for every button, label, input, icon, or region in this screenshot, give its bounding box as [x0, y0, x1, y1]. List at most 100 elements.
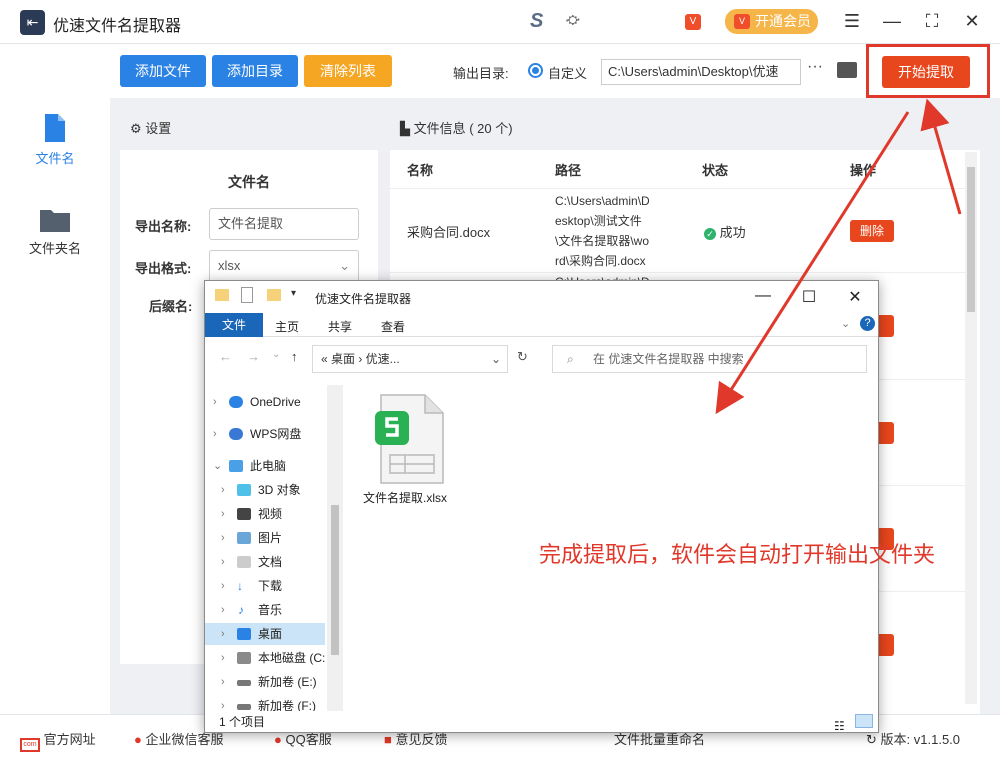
tree-label: 3D 对象: [258, 483, 301, 497]
tree-scrollbar-thumb[interactable]: [331, 505, 339, 655]
export-format-select[interactable]: xlsx ⌄: [209, 250, 359, 282]
column-status: 状态: [702, 163, 729, 178]
back-icon[interactable]: ←: [219, 349, 232, 364]
minimize-icon[interactable]: —: [753, 287, 773, 305]
file-list-scrollbar[interactable]: [965, 152, 977, 704]
forward-icon[interactable]: →: [247, 349, 260, 364]
tab-home[interactable]: 主页: [275, 318, 299, 335]
tree-item-downloads[interactable]: › ↓ 下载: [205, 575, 325, 597]
app-title: 优速文件名提取器: [53, 18, 182, 35]
s-logo-icon[interactable]: S: [530, 10, 543, 33]
toolbar: 添加文件 添加目录 清除列表 输出目录: 自定义 C:\Users\admin\…: [110, 44, 1000, 98]
tree-item-music[interactable]: › ♪ 音乐: [205, 599, 325, 621]
tree-item-this-pc[interactable]: ⌄ 此电脑: [205, 455, 325, 477]
new-folder-icon[interactable]: [267, 289, 281, 301]
chevron-down-icon[interactable]: ⌄: [491, 346, 501, 372]
file-info-title: 文件信息 ( 20 个): [413, 121, 513, 136]
large-icons-view-icon[interactable]: [855, 714, 873, 728]
tree-item-volume-f[interactable]: › 新加卷 (F:): [205, 695, 325, 711]
menu-icon[interactable]: ☰: [840, 8, 864, 34]
cloud-icon: [229, 428, 243, 440]
folder-icon: [215, 289, 229, 301]
clear-list-button[interactable]: 清除列表: [304, 55, 392, 87]
tree-item-desktop[interactable]: › 桌面: [205, 623, 325, 645]
explorer-window: ▾ 优速文件名提取器 — ☐ ✕ 文件 主页 共享 查看 ⌄ ? ← → ⌄ ↑…: [204, 280, 935, 733]
tree-item-pictures[interactable]: › 图片: [205, 527, 325, 549]
tree-item-videos[interactable]: › 视频: [205, 503, 325, 525]
website-link[interactable]: com 官方网址: [20, 729, 96, 752]
refresh-icon[interactable]: ↻: [517, 349, 528, 365]
wechat-icon: ●: [134, 732, 142, 747]
suffix-label: 后缀名:: [149, 299, 193, 314]
path-line: rd\采购合同.docx: [555, 254, 646, 268]
tree-scrollbar[interactable]: [327, 385, 343, 711]
close-icon[interactable]: ✕: [960, 8, 984, 34]
qq-label: QQ客服: [285, 732, 332, 747]
output-path-input[interactable]: C:\Users\admin\Desktop\优速: [601, 59, 801, 85]
sidebar-item-filename[interactable]: 文件名: [0, 114, 110, 167]
details-view-icon[interactable]: ☷: [833, 714, 851, 733]
settings-header: ⚙ 设置: [120, 108, 378, 150]
tab-share[interactable]: 共享: [328, 318, 352, 335]
tab-file[interactable]: 文件: [205, 313, 263, 337]
file-content-area: 文件名提取.xlsx 完成提取后，软件会自动打开输出文件夹: [343, 385, 935, 711]
tree-item-documents[interactable]: › 文档: [205, 551, 325, 573]
file-info-header: ▙ 文件信息 ( 20 个): [390, 108, 980, 150]
custom-radio[interactable]: [528, 63, 543, 78]
share-icon[interactable]: ⛮: [566, 12, 580, 28]
tree-item-local-disk[interactable]: › 本地磁盘 (C:: [205, 647, 325, 669]
tree-item-onedrive[interactable]: › OneDrive: [205, 391, 325, 413]
maximize-icon[interactable]: ☐: [799, 287, 819, 307]
tree-item-volume-e[interactable]: › 新加卷 (E:): [205, 671, 325, 693]
add-file-button[interactable]: 添加文件: [120, 55, 206, 87]
path-line: \文件名提取器\wo: [555, 234, 650, 248]
up-icon[interactable]: ↑: [291, 349, 298, 364]
download-icon: ↓: [237, 579, 243, 593]
start-extract-button[interactable]: 开始提取: [882, 56, 970, 88]
export-name-input[interactable]: 文件名提取: [209, 208, 359, 240]
add-directory-button[interactable]: 添加目录: [212, 55, 298, 87]
tree-label: 本地磁盘 (C:: [258, 651, 326, 665]
delete-button[interactable]: 删除: [850, 220, 894, 242]
version-label: 版本: v1.1.5.0: [880, 732, 961, 747]
search-input[interactable]: ⌕ 在 优速文件名提取器 中搜索: [552, 345, 867, 373]
tree-label: 下载: [258, 579, 283, 593]
search-placeholder: 在 优速文件名提取器 中搜索: [593, 352, 744, 366]
close-icon[interactable]: ✕: [845, 287, 865, 307]
minimize-icon[interactable]: —: [880, 8, 904, 34]
sidebar-item-foldername[interactable]: 文件夹名: [0, 208, 110, 257]
tree-label: 新加卷 (E:): [258, 675, 317, 689]
tree-label: 文档: [258, 555, 283, 569]
quick-access-dropdown-icon[interactable]: ▾: [291, 288, 296, 299]
chevron-down-icon[interactable]: ⌄: [841, 317, 850, 330]
export-format-value: xlsx: [218, 258, 241, 273]
path-line: C:\Users\admin\D: [555, 194, 650, 208]
picture-icon: [237, 532, 251, 544]
help-icon[interactable]: ?: [860, 316, 875, 331]
tree-label: WPS网盘: [250, 427, 302, 441]
tree-item-3d[interactable]: › 3D 对象: [205, 479, 325, 501]
custom-radio-label[interactable]: 自定义: [548, 63, 587, 82]
qq-icon: ●: [274, 732, 282, 747]
column-action: 操作: [850, 163, 877, 178]
vip-button[interactable]: V 开通会员: [725, 9, 818, 34]
properties-icon[interactable]: [241, 287, 253, 303]
tab-view[interactable]: 查看: [381, 318, 405, 335]
feedback-icon: ■: [384, 732, 392, 747]
document-icon: ▙: [400, 121, 410, 136]
xlsx-file-icon[interactable]: [375, 393, 447, 485]
open-folder-icon[interactable]: [837, 62, 857, 78]
fullscreen-icon[interactable]: ⛶: [920, 8, 944, 34]
tree-item-wps[interactable]: › WPS网盘: [205, 423, 325, 445]
vip-icon[interactable]: V: [685, 14, 701, 30]
more-icon[interactable]: ···: [807, 58, 823, 76]
chevron-down-icon: ⌄: [339, 258, 350, 273]
explorer-title-bar: ▾ 优速文件名提取器 — ☐ ✕: [205, 281, 878, 313]
address-bar[interactable]: « 桌面 › 优速... ⌄: [312, 345, 508, 373]
scrollbar-thumb[interactable]: [967, 167, 975, 312]
recent-dropdown-icon[interactable]: ⌄: [272, 349, 280, 360]
xlsx-file-name[interactable]: 文件名提取.xlsx: [363, 489, 447, 506]
gear-icon: ⚙: [130, 121, 142, 136]
computer-icon: [229, 460, 243, 472]
check-icon: ✓: [704, 228, 716, 240]
